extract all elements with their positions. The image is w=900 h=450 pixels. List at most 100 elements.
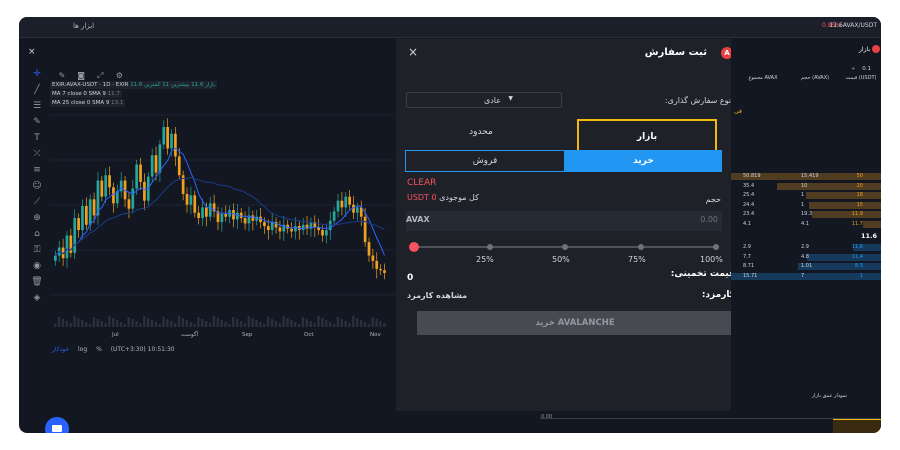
ask-row[interactable]: 24.4 1 15 <box>731 201 881 209</box>
order-type-select[interactable]: عادی ▼ <box>406 92 562 108</box>
precision-control[interactable]: + 0.1 <box>851 66 871 72</box>
chart-x-axis: Jul آگوست Sep Oct Nov <box>50 331 395 341</box>
fib-icon[interactable]: ≡ <box>29 163 45 177</box>
percent-scale-button[interactable]: % <box>96 346 102 353</box>
sell-tab[interactable]: فروش <box>405 150 565 172</box>
candle <box>251 215 255 221</box>
auto-scale-button[interactable]: خودکار <box>52 346 69 353</box>
ask-row[interactable]: 4.1 4.1 11.7 <box>731 220 881 228</box>
bid-row[interactable]: 7.7 4.8 11.4 <box>731 253 881 261</box>
ask-row[interactable]: 23.4 19.3 11.9 <box>731 211 881 218</box>
row-total: 15.71 <box>743 272 758 279</box>
eye-icon[interactable]: ◉ <box>29 259 45 273</box>
log-scale-button[interactable]: log <box>78 346 87 353</box>
slider-stop-75[interactable] <box>638 244 644 250</box>
row-total: 23.4 <box>743 211 755 217</box>
precision-value: 0.1 <box>862 66 871 72</box>
candle <box>208 203 212 217</box>
balance-value: USDT 0 <box>407 193 437 202</box>
candle <box>92 199 96 216</box>
magnet-icon[interactable]: ⌂ <box>29 227 45 241</box>
volume-bar <box>356 318 359 327</box>
volume-bar <box>131 319 134 327</box>
row-amount: 2.9 <box>801 244 809 250</box>
tab-limit[interactable]: محدود <box>406 127 556 141</box>
volume-bar <box>344 321 347 327</box>
slider-stop-100[interactable] <box>713 244 719 250</box>
candle <box>356 207 359 213</box>
ask-row[interactable]: 25.4 1 18 <box>731 192 881 199</box>
candle <box>301 224 305 231</box>
volume-bar <box>112 318 115 327</box>
chat-icon[interactable] <box>45 417 69 433</box>
clear-button[interactable]: CLEAR <box>407 178 436 188</box>
volume-bar <box>301 317 305 327</box>
volume-bar <box>359 320 363 327</box>
candle <box>367 242 371 256</box>
text-icon[interactable]: T <box>29 131 45 145</box>
candle <box>174 133 177 157</box>
depth-bar <box>776 182 881 190</box>
view-fee-link[interactable]: مشاهده کارمزد <box>407 291 467 300</box>
volume-bar <box>297 324 301 327</box>
bid-row[interactable]: 15.71 7 1 <box>731 272 881 280</box>
bid-row[interactable]: 2.9 2.9 11.6 <box>731 244 881 251</box>
volume-bar <box>162 317 165 327</box>
volume-bar <box>235 319 239 327</box>
brush-icon[interactable]: ✎ <box>29 115 45 129</box>
buy-tab[interactable]: خرید <box>565 150 722 172</box>
amount-input[interactable]: AVAX 0.00 <box>406 211 722 231</box>
ask-row[interactable]: 35.4 10 20 <box>731 182 881 190</box>
candle <box>348 196 351 205</box>
chart-panel: × ✛ ╱ ☰ ✎ T ⤫ ≡ ☺ ⟋ ⊕ ⌂ ⚿ ◉ 🗑 ◈ ✎ ◙ ⤢ ⚙ … <box>19 39 397 353</box>
row-price: 1 <box>859 272 863 279</box>
volume-bar <box>77 318 80 327</box>
tools-menu[interactable]: ابزار ها <box>73 22 94 30</box>
lock-drawing-icon[interactable]: ⚿ <box>29 243 45 257</box>
slider-stop-25[interactable] <box>487 244 493 250</box>
candle <box>135 164 139 189</box>
pattern-icon[interactable]: ⤫ <box>29 147 45 161</box>
zoom-icon[interactable]: ⊕ <box>29 211 45 225</box>
volume-bar <box>216 318 219 327</box>
candle <box>321 230 324 236</box>
precision-plus-icon[interactable]: + <box>851 66 856 72</box>
volume-bar <box>328 322 332 327</box>
candle <box>375 260 379 269</box>
candlestick-chart[interactable] <box>50 79 395 329</box>
candle <box>224 214 228 217</box>
volume-bar <box>383 323 386 327</box>
balance: کل موجودی USDT 0 <box>407 193 479 202</box>
submit-buy-button[interactable]: خرید AVALANCHE <box>417 311 733 335</box>
volume-bar <box>212 316 216 327</box>
volume-bar <box>139 323 142 327</box>
app-frame: ابزار ها 0.85% 11.6AVAX/USDT × ✛ ╱ ☰ ✎ T… <box>19 17 881 433</box>
bid-row[interactable]: 8.71 1.01 8.5 <box>731 263 881 270</box>
candle <box>100 180 104 197</box>
trash-icon[interactable]: 🗑 <box>29 275 45 289</box>
row-amount: 1 <box>801 192 805 198</box>
chart-close-icon[interactable]: × <box>28 47 36 57</box>
layers-icon[interactable]: ◈ <box>29 291 45 305</box>
crosshair-icon[interactable]: ✛ <box>29 67 45 81</box>
trend-line-icon[interactable]: ╱ <box>29 83 45 97</box>
amount-slider-thumb[interactable] <box>409 242 419 252</box>
volume-bar <box>88 324 92 327</box>
volume-bar <box>243 323 247 327</box>
amount-value: 0.00 <box>700 215 718 224</box>
slider-stop-50[interactable] <box>562 244 568 250</box>
candle <box>325 230 328 236</box>
ruler-icon[interactable]: ⟋ <box>29 195 45 209</box>
row-amount: 4.1 <box>801 220 809 227</box>
depth-bar <box>807 253 881 261</box>
estimate-value: 0 <box>407 273 414 283</box>
close-icon[interactable]: × <box>408 45 418 59</box>
volume-bar <box>286 318 289 327</box>
candle <box>379 268 382 271</box>
row-total: 2.9 <box>743 244 751 250</box>
slider-label-100: 100% <box>700 255 723 264</box>
ask-row[interactable]: 50.819 15.419 50 <box>731 173 881 180</box>
volume-bar <box>294 322 297 327</box>
emoji-icon[interactable]: ☺ <box>29 179 45 193</box>
horizontal-lines-icon[interactable]: ☰ <box>29 99 45 113</box>
